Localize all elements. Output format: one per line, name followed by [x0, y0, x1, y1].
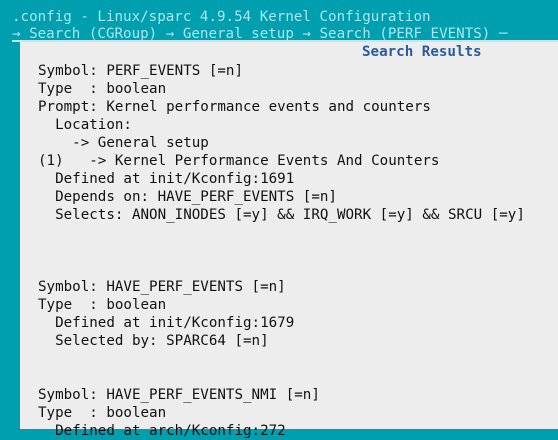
result-line: Symbol: HAVE_PERF_EVENTS_NMI [=n] — [38, 387, 320, 403]
result-line: Symbol: HAVE_PERF_EVENTS [=n] — [38, 279, 286, 295]
search-results-content[interactable]: Symbol: PERF_EVENTS [=n] Type : boolean … — [38, 62, 525, 440]
result-line: Type : boolean — [38, 297, 167, 313]
result-location-link[interactable]: (1) -> Kernel Performance Events And Cou… — [38, 152, 525, 170]
window-title: .config - Linux/sparc 4.9.54 Kernel Conf… — [12, 9, 431, 25]
result-line: Type : boolean — [38, 405, 167, 421]
result-line: Symbol: PERF_EVENTS [=n] — [38, 63, 243, 79]
result-line: Defined at init/Kconfig:1679 — [38, 315, 295, 331]
result-line: Type : boolean — [38, 81, 167, 97]
panel-title: Search Results — [362, 44, 482, 60]
result-line: Selects: ANON_INODES [=y] && IRQ_WORK [=… — [38, 207, 525, 223]
result-line: Defined at arch/Kconfig:272 — [38, 423, 286, 439]
result-line: Prompt: Kernel performance events and co… — [38, 99, 431, 115]
result-line: -> General setup — [38, 135, 209, 151]
result-line: Selected by: SPARC64 [=n] — [38, 333, 269, 349]
result-line: Depends on: HAVE_PERF_EVENTS [=n] — [38, 189, 337, 205]
result-line: Location: — [38, 117, 132, 133]
result-line: Defined at init/Kconfig:1691 — [38, 171, 295, 187]
